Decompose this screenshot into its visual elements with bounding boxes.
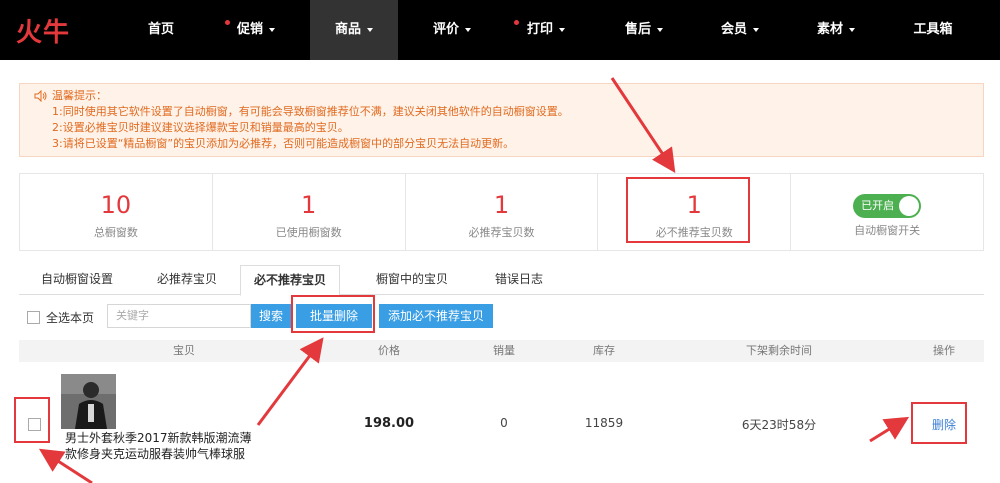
select-all-page[interactable]: 全选本页 <box>27 309 94 326</box>
row-remaining-time: 6天23时58分 <box>741 418 817 432</box>
table-row: 男士外套秋季2017新款韩版潮流薄款修身夹克运动服春装帅气棒球服 198.00 … <box>19 362 984 483</box>
toggle-knob <box>899 196 920 216</box>
tab-label: 必不推荐宝贝 <box>253 273 326 287</box>
product-thumbnail[interactable] <box>61 374 116 429</box>
nav-review-label: 评价 <box>432 22 459 37</box>
stat-value: 1 <box>493 191 510 219</box>
highlight-box-delete <box>911 402 967 444</box>
nav-promotion[interactable]: 促销 <box>222 0 290 60</box>
tab-label: 必推荐宝贝 <box>156 272 217 286</box>
notice-title: 温馨提示： <box>52 89 107 102</box>
stat-label: 必推荐宝贝数 <box>468 226 535 239</box>
row-stock: 11859 <box>584 416 624 430</box>
column-remaining-time: 下架剩余时间 <box>746 344 812 357</box>
keyword-search-input[interactable]: 关键字 <box>107 304 251 328</box>
nav-home[interactable]: 首页 <box>128 0 194 60</box>
tab-items-in-window[interactable]: 橱窗中的宝贝 <box>364 265 460 295</box>
nav-member-label: 会员 <box>720 22 747 37</box>
nav-aftersale-label: 售后 <box>624 22 651 37</box>
toolbar: 全选本页 关键字 搜索 批量删除 添加必不推荐宝贝 <box>19 303 984 331</box>
tab-bar: 自动橱窗设置 必推荐宝贝 必不推荐宝贝 橱窗中的宝贝 错误日志 <box>19 265 984 296</box>
nav-toolbox[interactable]: 工具箱 <box>900 0 966 60</box>
nav-goods[interactable]: 商品 <box>310 0 398 60</box>
product-photo-icon <box>61 374 116 429</box>
select-all-label: 全选本页 <box>46 311 95 325</box>
search-button-label: 搜索 <box>258 309 283 323</box>
notice-line: 3:请将已设置“精品橱窗”的宝贝添加为必推荐，否则可能造成橱窗中的部分宝贝无法自… <box>52 137 515 150</box>
auto-window-toggle[interactable]: 已开启 <box>853 194 922 218</box>
tab-must-not-recommend[interactable]: 必不推荐宝贝 <box>240 265 340 296</box>
speaker-icon <box>34 90 47 102</box>
nav-promotion-label: 促销 <box>236 22 263 37</box>
highlight-box-batch-delete <box>291 295 375 333</box>
toggle-state-label: 已开启 <box>861 199 895 212</box>
add-button-label: 添加必不推荐宝贝 <box>387 309 484 323</box>
tab-label: 橱窗中的宝贝 <box>375 272 448 286</box>
notice-line: 2:设置必推宝贝时建议建议选择爆款宝贝和销量最高的宝贝。 <box>52 121 349 134</box>
table-header: 宝贝 价格 销量 库存 下架剩余时间 操作 <box>19 340 984 362</box>
new-dot-icon <box>225 20 230 25</box>
row-sales: 0 <box>500 416 508 430</box>
nav-print[interactable]: 打印 <box>512 0 580 60</box>
notice-line: 1:同时使用其它软件设置了自动橱窗，有可能会导致橱窗推荐位不满，建议关闭其他软件… <box>52 105 569 118</box>
nav-material-label: 素材 <box>816 22 843 37</box>
column-sales: 销量 <box>493 344 515 357</box>
row-price: 198.00 <box>363 416 415 431</box>
toggle-label: 自动橱窗开关 <box>854 224 921 237</box>
stat-used-windows: 1 已使用橱窗数 <box>213 174 406 250</box>
notice-title-row: 温馨提示： <box>34 88 983 104</box>
top-navbar: 火牛 首页 促销 商品 评价 打印 售后 会员 素材 工具箱 <box>0 0 1000 60</box>
stat-value: 1 <box>301 191 317 219</box>
column-price: 价格 <box>378 344 400 357</box>
stat-value: 10 <box>100 191 132 219</box>
nav-toolbox-label: 工具箱 <box>913 22 953 37</box>
chevron-down-icon <box>465 27 471 32</box>
column-stock: 库存 <box>593 344 615 357</box>
brand-logo-text: 火牛 <box>16 17 71 48</box>
tab-label: 自动橱窗设置 <box>40 272 113 286</box>
stat-must-recommend: 1 必推荐宝贝数 <box>406 174 599 250</box>
nav-home-label: 首页 <box>147 22 174 37</box>
chevron-down-icon <box>849 27 855 32</box>
product-title-link[interactable]: 男士外套秋季2017新款韩版潮流薄款修身夹克运动服春装帅气棒球服 <box>65 430 255 462</box>
nav-review[interactable]: 评价 <box>418 0 486 60</box>
tips-notice: 温馨提示： 1:同时使用其它软件设置了自动橱窗，有可能会导致橱窗推荐位不满，建议… <box>19 83 984 157</box>
stat-auto-window-switch: 已开启 自动橱窗开关 <box>791 174 983 250</box>
column-action: 操作 <box>933 344 955 357</box>
chevron-down-icon <box>657 27 663 32</box>
add-must-not-recommend-button[interactable]: 添加必不推荐宝贝 <box>379 304 493 328</box>
stat-label: 已使用橱窗数 <box>275 226 342 239</box>
chevron-down-icon <box>367 27 373 32</box>
nav-goods-label: 商品 <box>334 22 361 37</box>
stat-total-windows: 10 总橱窗数 <box>20 174 213 250</box>
tab-error-log[interactable]: 错误日志 <box>474 265 564 295</box>
chevron-down-icon <box>559 27 565 32</box>
highlight-box-stat <box>626 177 750 243</box>
nav-print-label: 打印 <box>526 22 553 37</box>
highlight-box-row-checkbox <box>14 397 50 443</box>
chevron-down-icon <box>269 27 275 32</box>
column-item: 宝贝 <box>173 344 195 357</box>
tab-auto-window-settings[interactable]: 自动橱窗设置 <box>29 265 125 295</box>
nav-aftersale[interactable]: 售后 <box>610 0 678 60</box>
nav-material[interactable]: 素材 <box>802 0 870 60</box>
stat-label: 总橱窗数 <box>93 226 138 239</box>
new-dot-icon <box>514 20 519 25</box>
nav-member[interactable]: 会员 <box>706 0 774 60</box>
search-button[interactable]: 搜索 <box>251 304 291 328</box>
tab-label: 错误日志 <box>494 272 543 286</box>
brand-logo[interactable]: 火牛 <box>16 13 71 48</box>
tab-must-recommend[interactable]: 必推荐宝贝 <box>139 265 235 295</box>
stats-panel: 10 总橱窗数 1 已使用橱窗数 1 必推荐宝贝数 1 必不推荐宝贝数 已开启 … <box>19 173 984 251</box>
select-all-checkbox[interactable] <box>27 311 40 324</box>
chevron-down-icon <box>753 27 759 32</box>
